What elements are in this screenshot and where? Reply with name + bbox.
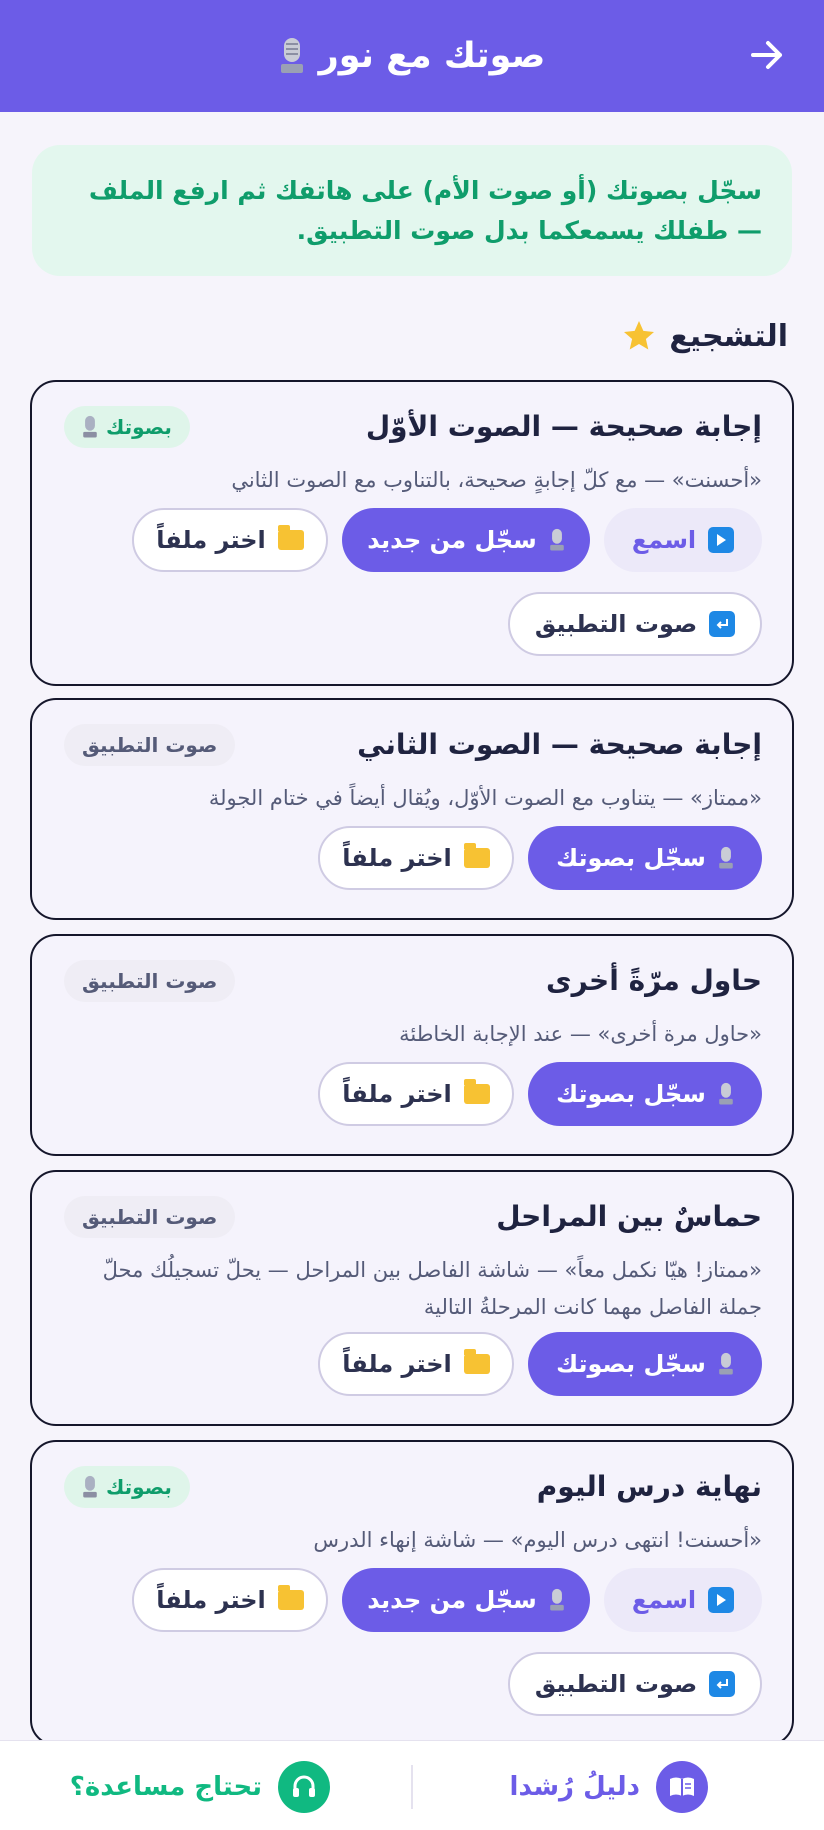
microphone-icon xyxy=(83,415,97,438)
choose-file-button[interactable]: اختر ملفاً xyxy=(318,1332,514,1396)
listen-button[interactable]: اسمع xyxy=(604,508,762,572)
record-button[interactable]: سجّل بصوتك xyxy=(528,1332,762,1396)
folder-icon xyxy=(277,1585,304,1610)
badge-label: بصوتك xyxy=(106,415,172,439)
sound-card-correct-2: إجابة صحيحة — الصوت الثاني «ممتاز» — يتن… xyxy=(30,698,794,920)
folder-icon xyxy=(463,843,490,868)
status-badge: بصوتك xyxy=(64,1466,190,1508)
rerecord-button[interactable]: سجّل من جديد xyxy=(342,508,590,572)
section-header: التشجيع xyxy=(621,318,788,354)
microphone-icon xyxy=(83,1475,97,1498)
play-icon xyxy=(708,527,735,553)
status-badge: صوت التطبيق xyxy=(64,960,236,1002)
card-title: إجابة صحيحة — الصوت الأوّل xyxy=(365,410,762,443)
card-title: حماسٌ بين المراحل xyxy=(496,1200,762,1233)
info-notice-text: سجّل بصوتك (أو صوت الأم) على هاتفك ثم ار… xyxy=(88,176,762,245)
section-title: التشجيع xyxy=(669,318,788,354)
bottom-bar: دليلُ رُشدا تحتاج مساعدة؟ xyxy=(0,1740,824,1830)
badge-label: صوت التطبيق xyxy=(82,1205,218,1229)
microphone-icon xyxy=(719,846,733,869)
choose-file-button[interactable]: اختر ملفاً xyxy=(132,508,328,572)
folder-icon xyxy=(463,1079,490,1104)
return-icon xyxy=(709,611,736,637)
card-description: «ممتاز! هيّا نكمل معاً» — شاشة الفاصل بي… xyxy=(102,1258,762,1319)
listen-button[interactable]: اسمع xyxy=(604,1568,762,1632)
choose-file-button[interactable]: اختر ملفاً xyxy=(132,1568,328,1632)
revert-to-app-voice-button[interactable]: صوت التطبيق xyxy=(508,592,762,656)
microphone-icon xyxy=(549,1588,564,1611)
headset-icon xyxy=(278,1761,330,1813)
rerecord-button[interactable]: سجّل من جديد xyxy=(342,1568,590,1632)
microphone-icon xyxy=(719,1352,733,1375)
guide-link[interactable]: دليلُ رُشدا xyxy=(510,1761,708,1813)
folder-icon xyxy=(463,1349,490,1374)
arrow-right-icon xyxy=(751,41,782,69)
card-description: «ممتاز» — يتناوب مع الصوت الأوّل، ويُقال… xyxy=(208,786,762,810)
choose-file-button[interactable]: اختر ملفاً xyxy=(318,1062,514,1126)
play-icon xyxy=(708,1587,735,1613)
microphone-icon xyxy=(719,1082,733,1105)
sound-card-try-again: حاول مرّةً أخرى «حاول مرة أخرى» — عند ال… xyxy=(30,934,794,1156)
card-title: نهاية درس اليوم xyxy=(536,1470,762,1503)
sound-card-correct-1: إجابة صحيحة — الصوت الأوّل «أحسنت» — مع … xyxy=(30,380,794,686)
return-icon xyxy=(709,1671,736,1697)
status-badge: صوت التطبيق xyxy=(64,724,236,766)
microphone-icon xyxy=(549,528,564,551)
page-title: صوتك مع نور xyxy=(318,36,546,76)
status-badge: بصوتك xyxy=(64,406,190,448)
badge-label: بصوتك xyxy=(106,1475,172,1499)
card-title: إجابة صحيحة — الصوت الثاني xyxy=(357,728,762,761)
microphone-icon xyxy=(279,37,305,75)
sound-card-stage-break: حماسٌ بين المراحل «ممتاز! هيّا نكمل معاً… xyxy=(30,1170,794,1426)
card-description: «أحسنت» — مع كلّ إجابةٍ صحيحة، بالتناوب … xyxy=(231,468,762,492)
badge-label: صوت التطبيق xyxy=(82,969,218,993)
card-description: «حاول مرة أخرى» — عند الإجابة الخاطئة xyxy=(399,1022,762,1046)
info-notice: سجّل بصوتك (أو صوت الأم) على هاتفك ثم ار… xyxy=(32,145,792,276)
record-button[interactable]: سجّل بصوتك xyxy=(528,826,762,890)
app-header: صوتك مع نور xyxy=(0,0,824,112)
badge-label: صوت التطبيق xyxy=(82,733,218,757)
sound-card-lesson-end: نهاية درس اليوم «أحسنت! انتهى درس اليوم»… xyxy=(30,1440,794,1746)
card-title: حاول مرّةً أخرى xyxy=(545,964,762,997)
status-badge: صوت التطبيق xyxy=(64,1196,236,1238)
folder-icon xyxy=(277,525,304,550)
book-icon xyxy=(656,1761,708,1813)
back-button[interactable] xyxy=(744,32,790,78)
card-description: «أحسنت! انتهى درس اليوم» — شاشة إنهاء ال… xyxy=(313,1528,762,1552)
revert-to-app-voice-button[interactable]: صوت التطبيق xyxy=(508,1652,762,1716)
star-icon xyxy=(624,321,655,350)
help-link[interactable]: تحتاج مساعدة؟ xyxy=(70,1761,330,1813)
choose-file-button[interactable]: اختر ملفاً xyxy=(318,826,514,890)
bottom-bar-divider xyxy=(411,1765,413,1809)
record-button[interactable]: سجّل بصوتك xyxy=(528,1062,762,1126)
